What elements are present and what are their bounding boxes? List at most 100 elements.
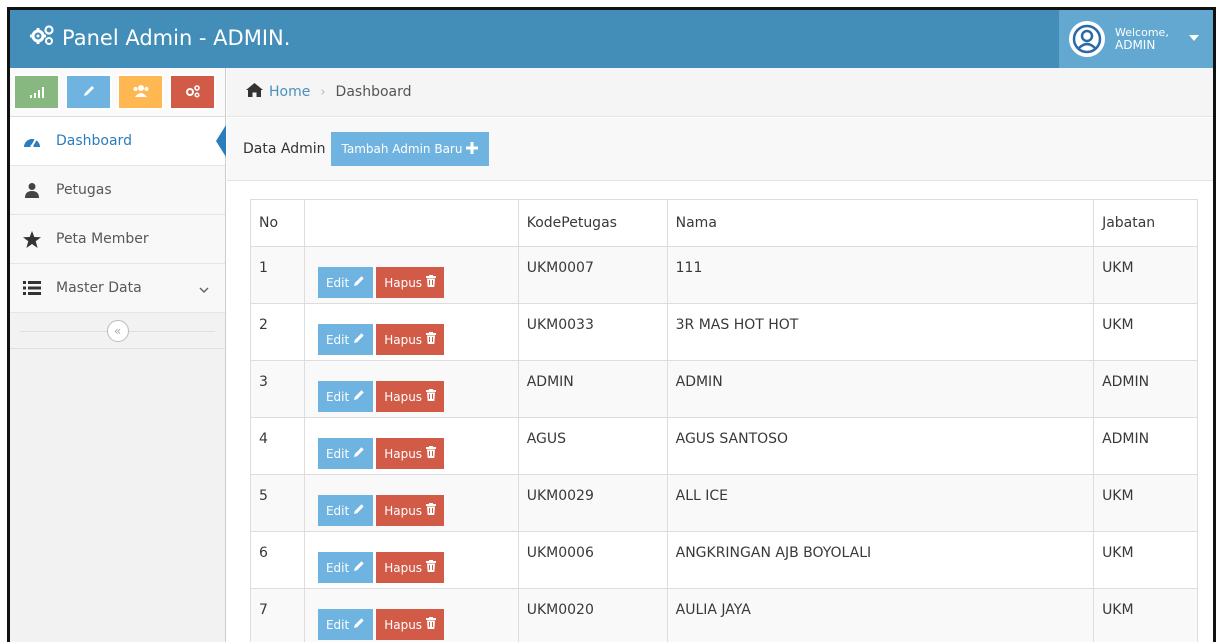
- cell-jabatan: UKM: [1093, 531, 1198, 589]
- cell-actions: Edit Hapus: [303, 588, 519, 642]
- username: ADMIN: [1115, 38, 1156, 52]
- star-icon: [22, 229, 42, 249]
- cell-jabatan: UKM: [1093, 303, 1198, 361]
- delete-button[interactable]: Hapus: [376, 552, 445, 583]
- edit-label: Edit: [325, 332, 350, 347]
- app-frame: Panel Admin - ADMIN. Welcome, ADMIN Dash…: [7, 7, 1216, 642]
- edit-label: Edit: [325, 560, 350, 575]
- trash-icon: [426, 446, 437, 461]
- shortcut-edit-button[interactable]: [65, 74, 112, 110]
- edit-label: Edit: [325, 503, 350, 518]
- page-header: Data Admin Tambah Admin Baru: [227, 118, 1213, 181]
- edit-button[interactable]: Edit: [317, 438, 374, 469]
- delete-button[interactable]: Hapus: [376, 381, 445, 412]
- trash-icon: [426, 275, 437, 290]
- table-row: 2 Edit Hapus UKM0033 3R MAS HOT HOT UKM: [250, 303, 1198, 361]
- edit-button[interactable]: Edit: [317, 324, 374, 355]
- column-header-nama[interactable]: Nama: [666, 199, 1095, 247]
- sidebar-collapse: «: [10, 313, 225, 349]
- tachometer-icon: [22, 131, 42, 151]
- delete-label: Hapus: [384, 446, 423, 461]
- pencil-icon: [353, 503, 365, 518]
- edit-button[interactable]: Edit: [317, 267, 374, 298]
- cell-no: 5: [250, 474, 305, 532]
- group-icon: [132, 83, 150, 102]
- add-admin-button[interactable]: Tambah Admin Baru: [330, 132, 490, 166]
- edit-button[interactable]: Edit: [317, 552, 374, 583]
- delete-button[interactable]: Hapus: [376, 495, 445, 526]
- shortcut-users-button[interactable]: [117, 74, 164, 110]
- double-angle-left-icon[interactable]: «: [106, 319, 129, 342]
- cell-actions: Edit Hapus: [303, 303, 519, 361]
- breadcrumb: Home › Dashboard: [227, 68, 1213, 117]
- column-header-actions: [303, 199, 519, 247]
- sidebar-shortcuts: [10, 68, 225, 117]
- welcome-text: Welcome, ADMIN: [1115, 26, 1169, 52]
- sidebar-item-petugas[interactable]: Petugas: [10, 166, 225, 215]
- shortcut-settings-button[interactable]: [169, 74, 216, 110]
- pencil-icon: [353, 389, 365, 404]
- cell-kodepetugas: AGUS: [517, 417, 668, 475]
- sidebar-item-label: Dashboard: [56, 133, 132, 149]
- delete-button[interactable]: Hapus: [376, 324, 445, 355]
- trash-icon: [426, 560, 437, 575]
- user-menu[interactable]: Welcome, ADMIN: [1059, 10, 1213, 68]
- delete-label: Hapus: [384, 560, 423, 575]
- sidebar-item-label: Peta Member: [56, 231, 149, 247]
- edit-button[interactable]: Edit: [317, 609, 374, 640]
- brand[interactable]: Panel Admin - ADMIN.: [30, 24, 290, 51]
- table-row: 1 Edit Hapus UKM0007 111 UKM: [250, 246, 1198, 304]
- cell-kodepetugas: UKM0007: [517, 246, 668, 304]
- delete-label: Hapus: [384, 503, 423, 518]
- pencil-icon: [353, 560, 365, 575]
- trash-icon: [426, 332, 437, 347]
- home-icon: [246, 83, 269, 101]
- sidebar-item-peta-member[interactable]: Peta Member: [10, 215, 225, 264]
- sidebar-item-master-data[interactable]: Master Data: [10, 264, 225, 313]
- delete-button[interactable]: Hapus: [376, 267, 445, 298]
- signal-icon: [29, 83, 45, 102]
- edit-button[interactable]: Edit: [317, 495, 374, 526]
- delete-label: Hapus: [384, 332, 423, 347]
- trash-icon: [426, 503, 437, 518]
- column-header-jabatan[interactable]: Jabatan: [1093, 199, 1198, 247]
- admin-table-wrap: No KodePetugas Nama Jabatan 1 Edit Hapus…: [250, 199, 1198, 642]
- table-row: 4 Edit Hapus AGUS AGUS SANTOSO ADMIN: [250, 417, 1198, 475]
- add-admin-label: Tambah Admin Baru: [341, 142, 463, 156]
- edit-label: Edit: [325, 617, 350, 632]
- shortcut-stats-button[interactable]: [13, 74, 60, 110]
- breadcrumb-current: Dashboard: [335, 84, 412, 100]
- breadcrumb-separator-icon: ›: [320, 84, 326, 100]
- cell-kodepetugas: ADMIN: [517, 360, 668, 418]
- admin-table-body: 1 Edit Hapus UKM0007 111 UKM 2 Edit Hapu…: [250, 246, 1198, 642]
- sidebar-item-dashboard[interactable]: Dashboard: [10, 117, 226, 166]
- cell-jabatan: UKM: [1093, 246, 1198, 304]
- cell-nama: AULIA JAYA: [666, 588, 1095, 642]
- cell-actions: Edit Hapus: [303, 474, 519, 532]
- pencil-icon: [353, 617, 365, 632]
- table-row: 7 Edit Hapus UKM0020 AULIA JAYA UKM: [250, 588, 1198, 642]
- cogs-icon: [30, 24, 56, 51]
- page-title: Data Admin: [243, 141, 326, 157]
- delete-button[interactable]: Hapus: [376, 438, 445, 469]
- delete-label: Hapus: [384, 389, 423, 404]
- cell-nama: 3R MAS HOT HOT: [666, 303, 1095, 361]
- breadcrumb-home-link[interactable]: Home: [246, 83, 310, 101]
- plus-icon: [466, 141, 479, 157]
- column-header-no[interactable]: No: [250, 199, 305, 247]
- edit-button[interactable]: Edit: [317, 381, 374, 412]
- pencil-icon: [353, 332, 365, 347]
- edit-label: Edit: [325, 389, 350, 404]
- delete-button[interactable]: Hapus: [376, 609, 445, 640]
- cell-kodepetugas: UKM0029: [517, 474, 668, 532]
- navbar: Panel Admin - ADMIN. Welcome, ADMIN: [10, 10, 1213, 68]
- cell-no: 6: [250, 531, 305, 589]
- sidebar: Dashboard Petugas Peta Member Master Dat…: [10, 68, 226, 642]
- table-row: 6 Edit Hapus UKM0006 ANGKRINGAN AJB BOYO…: [250, 531, 1198, 589]
- cell-no: 2: [250, 303, 305, 361]
- table-row: 3 Edit Hapus ADMIN ADMIN ADMIN: [250, 360, 1198, 418]
- cell-no: 7: [250, 588, 305, 642]
- pencil-icon: [353, 446, 365, 461]
- column-header-kodepetugas[interactable]: KodePetugas: [517, 199, 668, 247]
- table-row: 5 Edit Hapus UKM0029 ALL ICE UKM: [250, 474, 1198, 532]
